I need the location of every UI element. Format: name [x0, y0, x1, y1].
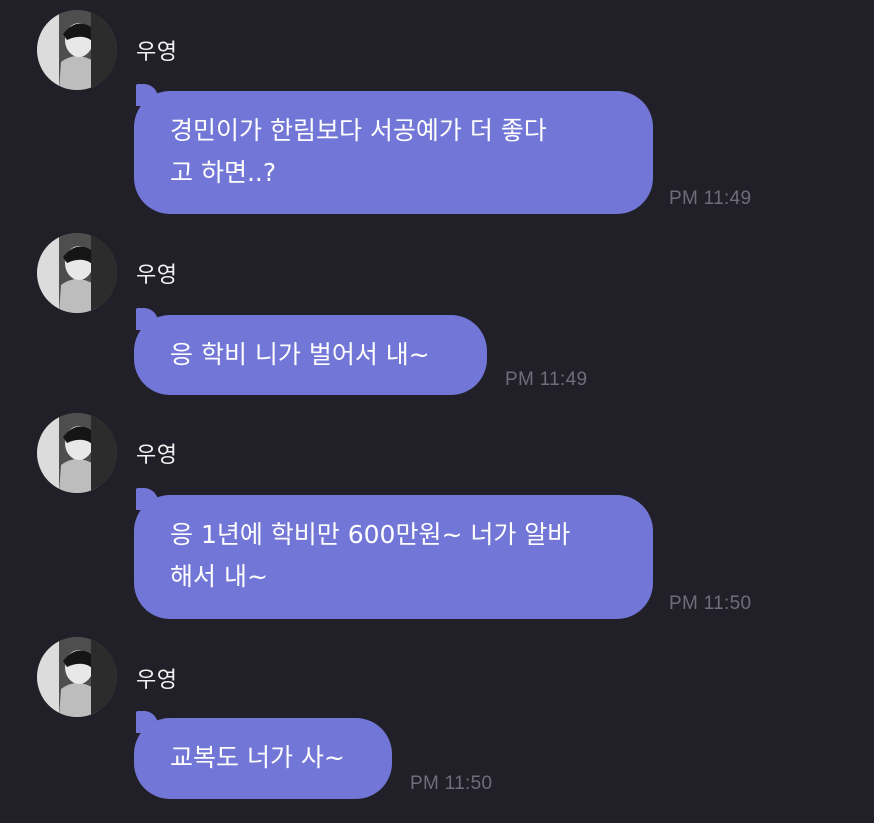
avatar[interactable]	[37, 413, 117, 493]
message-bubble[interactable]: 응 학비 니가 벌어서 내~	[134, 308, 487, 395]
profile-photo-icon	[37, 637, 117, 717]
message-bubble[interactable]: 경민이가 한림보다 서공예가 더 좋다 고 하면..?	[134, 84, 653, 214]
profile-photo-icon	[37, 233, 117, 313]
sender-name: 우영	[136, 40, 178, 65]
sender-name: 우영	[136, 263, 178, 288]
sender-name: 우영	[136, 668, 178, 693]
message-timestamp: PM 11:50	[410, 773, 493, 794]
avatar[interactable]	[37, 637, 117, 717]
profile-photo-icon	[37, 10, 117, 90]
message-timestamp: PM 11:49	[505, 369, 588, 390]
profile-photo-icon	[37, 413, 117, 493]
message-bubble[interactable]: 교복도 너가 사~	[134, 711, 392, 799]
avatar[interactable]	[37, 10, 117, 90]
message-timestamp: PM 11:50	[669, 593, 752, 614]
message-timestamp: PM 11:49	[669, 188, 752, 209]
sender-name: 우영	[136, 443, 178, 468]
message-bubble[interactable]: 응 1년에 학비만 600만원~ 너가 알바 해서 내~	[134, 488, 653, 619]
avatar[interactable]	[37, 233, 117, 313]
